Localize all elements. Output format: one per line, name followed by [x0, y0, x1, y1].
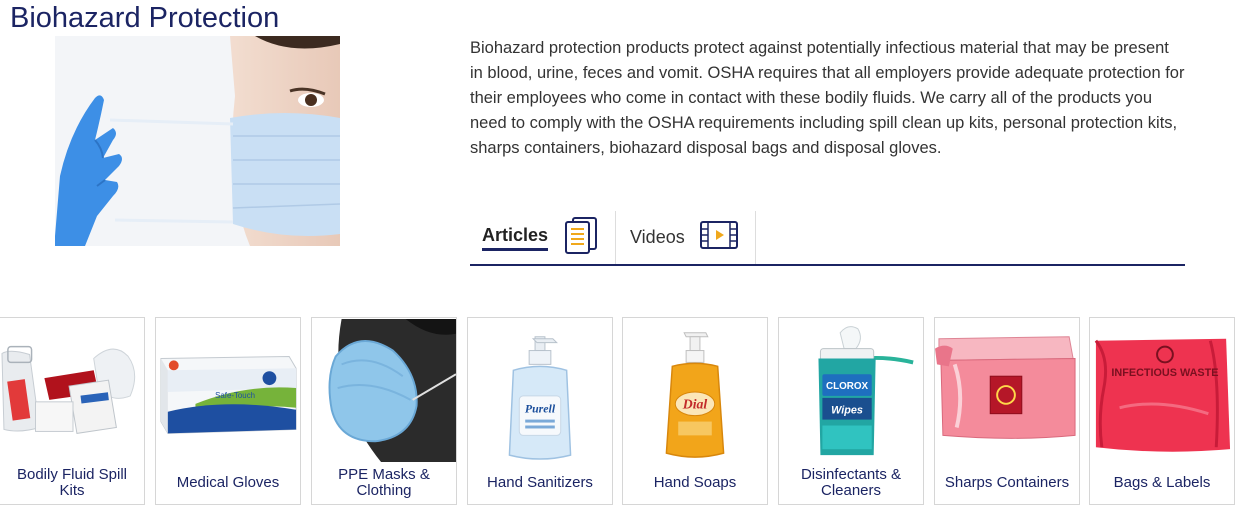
hero-image: [55, 36, 340, 246]
glove-brand-text: Safe-Touch: [215, 391, 255, 400]
category-label: Medical Gloves: [176, 474, 280, 491]
dial-soap-image: Dial: [623, 318, 767, 463]
infectious-waste-text: INFECTIOUS WASTE: [1111, 367, 1218, 379]
articles-icon: [564, 216, 598, 259]
spill-kit-image: [0, 318, 144, 463]
category-description: Biohazard protection products protect ag…: [470, 39, 1185, 157]
category-grid: Bodily Fluid Spill Kits Safe-Touch Medic…: [0, 317, 1252, 505]
clorox-product-text: Wipes: [831, 405, 863, 417]
category-card-sharps[interactable]: Sharps Containers: [934, 317, 1080, 505]
category-label: PPE Masks & Clothing: [338, 466, 430, 499]
category-card-medical-gloves[interactable]: Safe-Touch Medical Gloves: [155, 317, 301, 505]
category-card-ppe-masks[interactable]: PPE Masks & Clothing: [311, 317, 457, 505]
biohazard-bag-image: INFECTIOUS WASTE: [1090, 318, 1234, 463]
sharps-container-image: [935, 318, 1079, 463]
page-title: Biohazard Protection: [10, 2, 280, 34]
glove-box-image: Safe-Touch: [156, 318, 300, 463]
content-tabs: Articles Videos: [470, 211, 1185, 266]
category-label: Bags & Labels: [1113, 474, 1211, 491]
face-mask-image: [312, 318, 456, 463]
category-card-hand-soaps[interactable]: Dial Hand Soaps: [622, 317, 768, 505]
category-card-spill-kits[interactable]: Bodily Fluid Spill Kits: [0, 317, 145, 505]
video-icon: [699, 219, 739, 256]
tab-divider: [615, 211, 616, 264]
dial-brand-text: Dial: [682, 397, 708, 412]
category-label: Sharps Containers: [944, 474, 1070, 491]
category-label: Hand Sanitizers: [487, 474, 593, 491]
category-label: Hand Soaps: [653, 474, 737, 491]
tab-articles-label: Articles: [482, 225, 549, 251]
category-card-hand-sanitizers[interactable]: Purell Hand Sanitizers: [467, 317, 613, 505]
category-label: Disinfectants & Cleaners: [800, 466, 902, 499]
clorox-brand-text: CLOROX: [826, 381, 869, 392]
category-label: Bodily Fluid Spill Kits: [16, 466, 128, 499]
category-card-bags-labels[interactable]: INFECTIOUS WASTE Bags & Labels: [1089, 317, 1235, 505]
tab-articles[interactable]: Articles: [482, 211, 598, 264]
category-card-disinfectants[interactable]: CLOROX Wipes Disinfectants & Cleaners: [778, 317, 924, 505]
clorox-wipes-image: CLOROX Wipes: [779, 318, 923, 463]
tab-videos-label: Videos: [630, 227, 685, 247]
purell-brand-text: Purell: [525, 402, 556, 416]
tab-divider: [755, 211, 756, 264]
tab-videos[interactable]: Videos: [630, 211, 739, 264]
purell-bottle-image: Purell: [468, 318, 612, 463]
